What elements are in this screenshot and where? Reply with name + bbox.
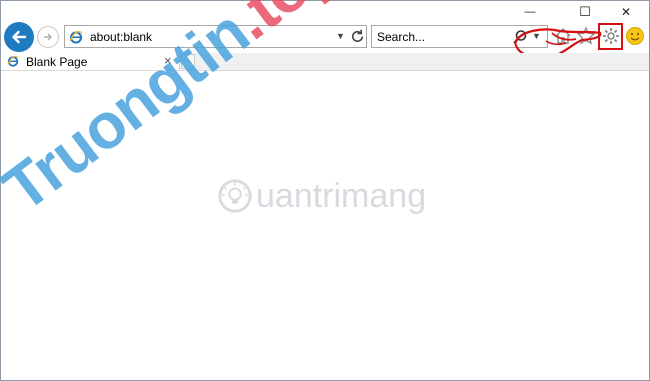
search-placeholder: Search...	[377, 30, 426, 44]
minimize-icon: —	[524, 6, 536, 18]
address-url: about:blank	[90, 30, 153, 44]
minimize-button[interactable]: —	[513, 1, 547, 23]
logo-text: uantrimang	[256, 176, 427, 215]
browser-window: — ☐ ✕ about:blank ▼ Search... ▼ Blank Pa…	[0, 0, 650, 381]
maximize-button[interactable]: ☐	[568, 1, 602, 23]
arrow-right-icon	[44, 33, 53, 41]
close-icon: ✕	[620, 5, 632, 19]
navigation-toolbar: about:blank ▼ Search... ▼	[1, 21, 649, 60]
tab-label: Blank Page	[26, 55, 88, 69]
address-dropdown-icon[interactable]: ▼	[336, 31, 345, 41]
gear-highlight-box	[598, 23, 623, 50]
forward-button[interactable]	[37, 26, 59, 48]
ie-icon	[7, 55, 19, 67]
tab-bar: Blank Page ×	[1, 53, 649, 71]
arrow-left-icon	[12, 30, 27, 44]
close-button[interactable]: ✕	[609, 1, 643, 23]
quantrimang-logo: uantrimang	[216, 173, 446, 219]
refresh-icon[interactable]	[349, 28, 366, 45]
back-button[interactable]	[4, 22, 34, 52]
lightbulb-logo-icon	[218, 179, 252, 213]
ie-icon	[69, 30, 83, 44]
smiley-icon[interactable]	[625, 26, 645, 46]
maximize-icon: ☐	[579, 4, 591, 19]
